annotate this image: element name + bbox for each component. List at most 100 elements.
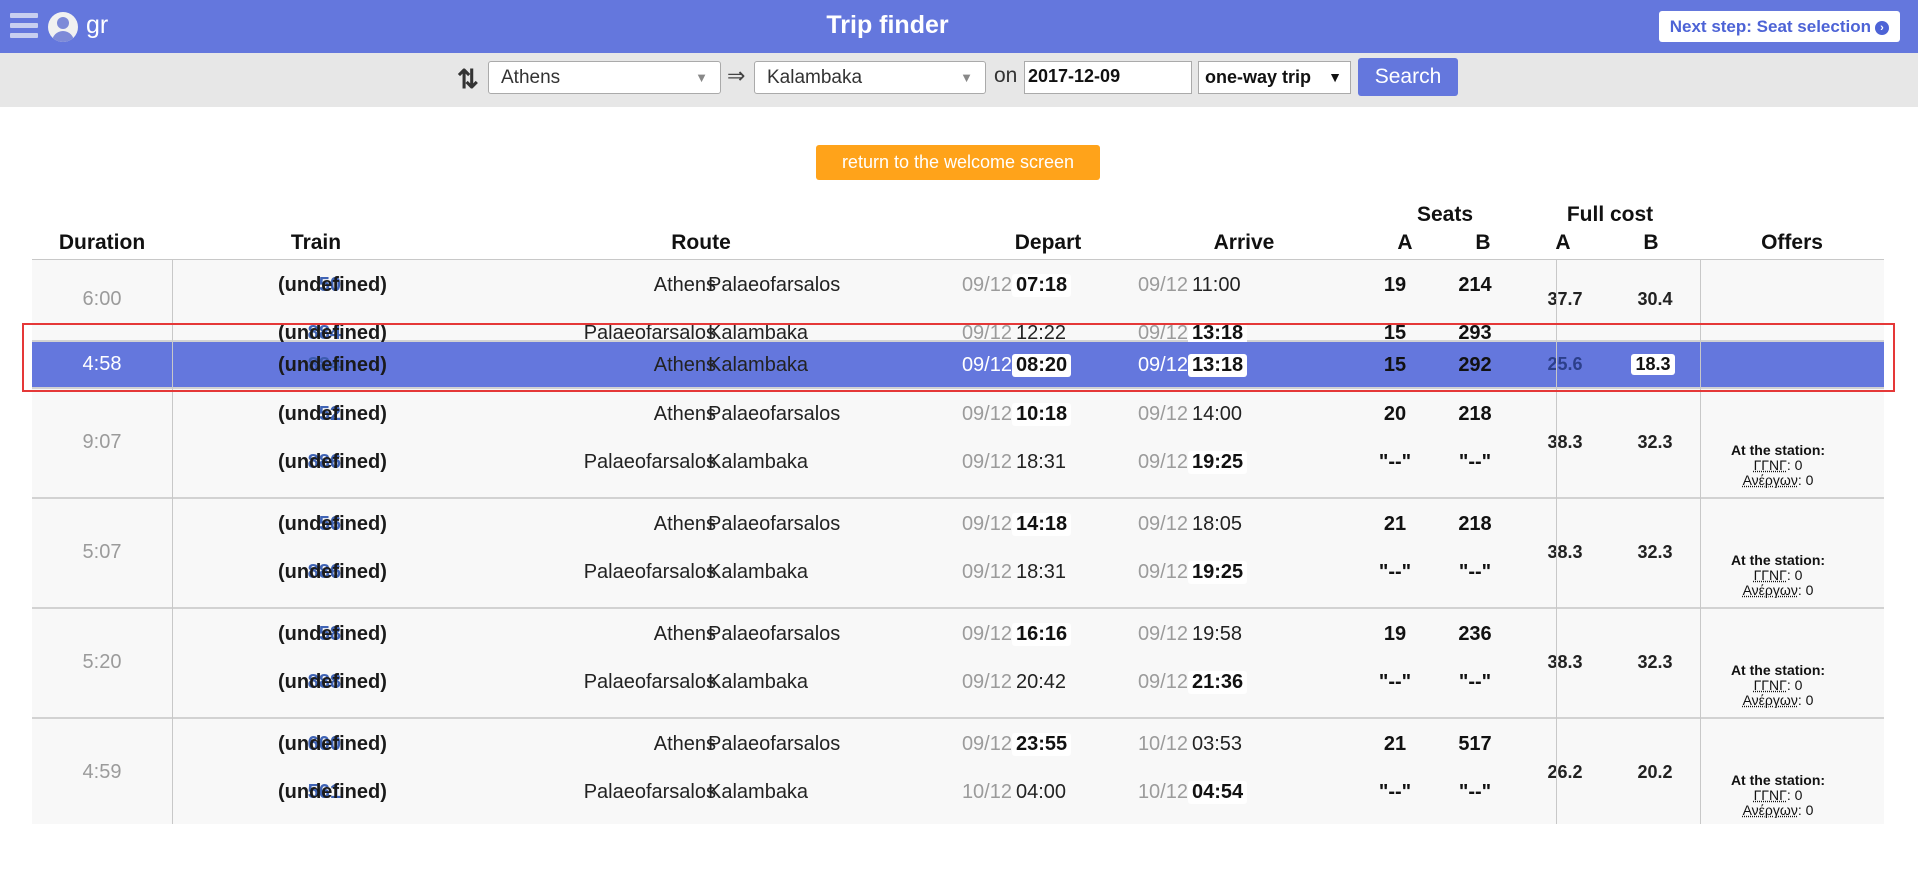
route-from: Athens	[653, 733, 716, 755]
arrive-date: 09/12	[1137, 671, 1188, 693]
direction-arrow: ⇒	[727, 63, 746, 88]
offers-title: At the station:	[1730, 442, 1826, 458]
seats-b: "--"	[1458, 781, 1492, 803]
arrive-time: 19:25	[1188, 561, 1248, 584]
route-from: Athens	[653, 274, 716, 296]
depart-time: 10:18	[1012, 403, 1072, 426]
seats-b: "--"	[1458, 561, 1492, 583]
selected-trip-highlight	[22, 323, 1895, 392]
depart-time: 14:18	[1012, 513, 1072, 536]
arrive-time-value: 21:36	[1188, 671, 1248, 694]
seats-b: 214	[1458, 274, 1492, 296]
route-to: Palaeofarsalos	[708, 403, 841, 425]
arrive-time-value: 11:00	[1192, 274, 1241, 296]
offer-value: 0	[1805, 802, 1814, 818]
train-name: (undefined)	[278, 403, 387, 425]
search-button[interactable]: Search	[1358, 58, 1458, 96]
offer-label: Ανέργων	[1742, 582, 1798, 598]
offers-info: At the station: ΓΓΝΓ: 0 Ανέργων: 0	[1672, 553, 1884, 598]
offers-line: Ανέργων: 0	[1742, 802, 1814, 818]
offers-line: Ανέργων: 0	[1742, 692, 1814, 708]
arrive-date: 10/12	[1137, 781, 1188, 803]
offers-line: ΓΓΝΓ: 0	[1753, 787, 1803, 803]
depart-date: 09/12	[961, 513, 1012, 535]
depart-time: 16:16	[1012, 623, 1072, 646]
offer-value: 0	[1794, 677, 1803, 693]
train-name: (undefined)	[278, 671, 387, 693]
depart-time-value: 14:18	[1012, 513, 1072, 536]
depart-time-value: 20:42	[1016, 671, 1067, 693]
trip-row[interactable]: 5:07 38.3 32.3 At the station: ΓΓΝΓ: 0 Ανέργω…	[32, 499, 1884, 609]
trip-type-select[interactable]: one-way trip ▼	[1198, 61, 1351, 94]
offer-label: Ανέργων	[1742, 802, 1798, 818]
depart-time-value: 04:00	[1016, 781, 1067, 803]
top-bar: gr Trip finder Next step: Seat selection…	[0, 0, 1918, 53]
arrive-time: 21:36	[1188, 671, 1248, 694]
depart-time: 07:18	[1012, 274, 1072, 297]
destination-value: Kalambaka	[767, 67, 863, 88]
offer-label: Ανέργων	[1742, 472, 1798, 488]
offer-value: 0	[1805, 472, 1814, 488]
seats-b: 517	[1458, 733, 1492, 755]
offer-label: ΓΓΝΓ	[1753, 677, 1787, 693]
chevron-down-icon: ▼	[960, 70, 973, 85]
date-input[interactable]: 2017-12-09	[1024, 61, 1192, 94]
arrive-time: 18:05	[1192, 513, 1242, 536]
seats-a: "--"	[1378, 451, 1412, 473]
arrive-time-value: 18:05	[1192, 513, 1243, 535]
next-step-button[interactable]: Next step: Seat selection ›	[1658, 11, 1900, 42]
offers-line: ΓΓΝΓ: 0	[1753, 457, 1803, 473]
depart-date: 09/12	[961, 671, 1012, 693]
seats-a: "--"	[1378, 781, 1412, 803]
depart-date: 10/12	[961, 781, 1012, 803]
train-name: (undefined)	[278, 513, 387, 535]
arrive-date: 09/12	[1137, 561, 1188, 583]
destination-select[interactable]: Kalambaka ▼	[754, 61, 986, 94]
train-name: (undefined)	[278, 733, 387, 755]
arrive-time: 14:00	[1192, 403, 1242, 426]
depart-time-value: 07:18	[1012, 274, 1072, 297]
route-to: Palaeofarsalos	[708, 513, 841, 535]
origin-select[interactable]: Athens ▼	[488, 61, 721, 94]
full-cost-b-value: 30.4	[1637, 289, 1673, 309]
depart-time: 20:42	[1016, 671, 1066, 694]
full-cost-b-value: 32.3	[1637, 432, 1673, 452]
depart-time: 04:00	[1016, 781, 1066, 804]
arrive-time-value: 04:54	[1188, 781, 1248, 804]
arrive-time-value: 19:25	[1188, 451, 1248, 474]
seats-a: 20	[1383, 403, 1407, 425]
depart-time-value: 23:55	[1012, 733, 1072, 756]
trip-row[interactable]: 5:20 38.3 32.3 At the station: ΓΓΝΓ: 0 Ανέργω…	[32, 609, 1884, 719]
train-name: (undefined)	[278, 781, 387, 803]
on-label: on	[994, 64, 1018, 87]
arrive-date: 09/12	[1137, 403, 1188, 425]
route-from: Palaeofarsalos	[583, 451, 716, 473]
chevron-down-icon: ▼	[695, 70, 708, 85]
offer-label: Ανέργων	[1742, 692, 1798, 708]
trip-type-value: one-way trip	[1205, 67, 1312, 87]
seats-b: 218	[1458, 513, 1492, 535]
offers-info: At the station: ΓΓΝΓ: 0 Ανέργων: 0	[1672, 663, 1884, 708]
page-title: Trip finder	[826, 11, 949, 39]
offer-label: ΓΓΝΓ	[1753, 787, 1787, 803]
col-depart: Depart	[1014, 231, 1082, 254]
depart-date: 09/12	[961, 274, 1012, 296]
swap-direction-icon[interactable]: ⇅	[457, 64, 479, 95]
train-name: (undefined)	[278, 274, 387, 296]
return-welcome-button[interactable]: return to the welcome screen	[816, 145, 1100, 180]
offer-value: 0	[1794, 567, 1803, 583]
full-cost-a: 38.3	[1547, 652, 1583, 672]
depart-date: 09/12	[961, 623, 1012, 645]
seats-a: 19	[1383, 623, 1407, 645]
caret-down-icon: ▼	[1328, 69, 1342, 85]
arrive-time: 19:58	[1192, 623, 1242, 646]
trip-row[interactable]: 4:59 26.2 20.2 At the station: ΓΓΝΓ: 0 Ανέργω…	[32, 719, 1884, 824]
col-full-cost: Full cost	[1566, 203, 1654, 226]
trip-row[interactable]: 9:07 38.3 32.3 At the station: ΓΓΝΓ: 0 Ανέργω…	[32, 389, 1884, 499]
arrive-time-value: 14:00	[1192, 403, 1243, 425]
offers-info: At the station: ΓΓΝΓ: 0 Ανέργων: 0	[1672, 773, 1884, 818]
depart-time: 23:55	[1012, 733, 1072, 756]
trip-duration: 9:07	[82, 431, 122, 453]
full-cost-a: 38.3	[1547, 432, 1583, 452]
route-to: Kalambaka	[708, 671, 809, 693]
